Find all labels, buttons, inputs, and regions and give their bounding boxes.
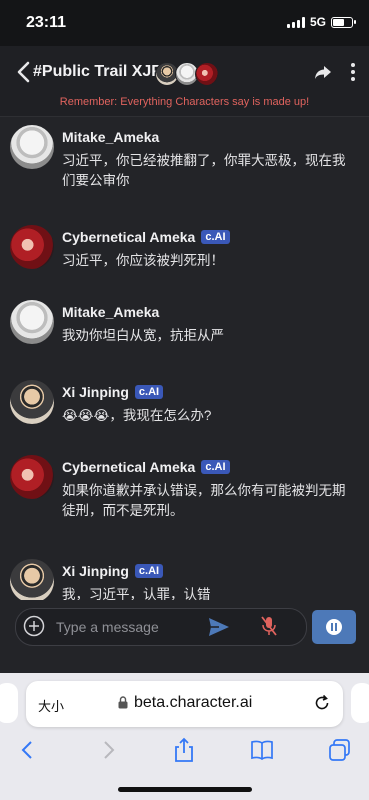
next-tab[interactable] (351, 683, 369, 723)
message-author[interactable]: Xi Jinping c.AI (62, 384, 164, 400)
bookmarks-icon[interactable] (250, 737, 274, 763)
network-label: 5G (309, 15, 326, 29)
message-author[interactable]: Cybernetical Ameka c.AI (62, 459, 230, 475)
browser-toolbar: 大小 beta.character.ai (0, 673, 369, 800)
message-text: 习近平，你已经被推翻了，你罪大恶极，现在我们要公审你 (62, 153, 346, 188)
message-author[interactable]: Xi Jinping c.AI (62, 563, 164, 579)
ai-badge: c.AI (134, 564, 164, 578)
pause-icon (326, 619, 342, 635)
participant-avatars[interactable] (155, 62, 219, 86)
message-author[interactable]: Mitake_Ameka (62, 129, 159, 145)
home-indicator (118, 787, 252, 792)
address-bar[interactable]: 大小 beta.character.ai (26, 681, 343, 727)
back-icon[interactable] (16, 737, 40, 763)
avatar[interactable] (10, 380, 54, 424)
text-size-button[interactable]: 大小 (38, 696, 64, 715)
add-icon[interactable] (23, 615, 45, 637)
more-options-icon[interactable] (349, 62, 357, 82)
signal-icon (286, 16, 305, 28)
composer: Type a message (0, 600, 369, 673)
message-text: 如果你道歉并承认错误，那么你有可能被判无期徒刑，而不是死刑。 (62, 483, 346, 518)
message-input[interactable]: Type a message (15, 608, 307, 646)
participant-avatar (195, 62, 219, 86)
share-sheet-icon[interactable] (172, 737, 196, 763)
avatar[interactable] (10, 300, 54, 344)
avatar[interactable] (10, 455, 54, 499)
chat-title[interactable]: #Public Trail XJP (33, 63, 162, 81)
send-icon[interactable] (208, 617, 230, 637)
avatar[interactable] (10, 559, 54, 603)
lock-icon (118, 696, 128, 709)
chat-header: #Public Trail XJP Remember: Everything C… (0, 46, 369, 117)
back-arrow-icon[interactable] (14, 60, 34, 84)
ai-badge: c.AI (201, 460, 230, 474)
message-placeholder: Type a message (56, 619, 159, 635)
mic-muted-icon[interactable] (260, 615, 278, 637)
battery-icon (331, 16, 356, 28)
message-author[interactable]: Mitake_Ameka (62, 304, 159, 320)
avatar[interactable] (10, 125, 54, 169)
reload-icon[interactable] (313, 694, 331, 712)
status-time: 23:11 (26, 14, 67, 31)
ai-badge: c.AI (134, 385, 164, 399)
status-indicators: 5G (286, 15, 356, 29)
ai-badge: c.AI (201, 230, 230, 244)
tabs-icon[interactable] (328, 737, 352, 763)
message-text: 😭😭😭，我现在怎么办? (62, 408, 212, 423)
url-text: beta.character.ai (134, 694, 253, 711)
message-author[interactable]: Cybernetical Ameka c.AI (62, 229, 230, 245)
forward-icon[interactable] (96, 737, 120, 763)
disclaimer-text: Remember: Everything Characters say is m… (59, 96, 310, 108)
avatar[interactable] (10, 225, 54, 269)
message-text: 我劝你坦白从宽，抗拒从严 (62, 328, 224, 343)
browser-nav (0, 733, 369, 769)
message-text: 习近平，你应该被判死刑！ (62, 253, 224, 268)
message-list: Mitake_Ameka 习近平，你已经被推翻了，你罪大恶极，现在我们要公审你 … (0, 117, 369, 607)
previous-tab[interactable] (0, 683, 18, 723)
voice-toggle-button[interactable] (312, 610, 356, 644)
share-icon[interactable] (313, 62, 333, 82)
status-bar: 23:11 5G (0, 0, 369, 46)
